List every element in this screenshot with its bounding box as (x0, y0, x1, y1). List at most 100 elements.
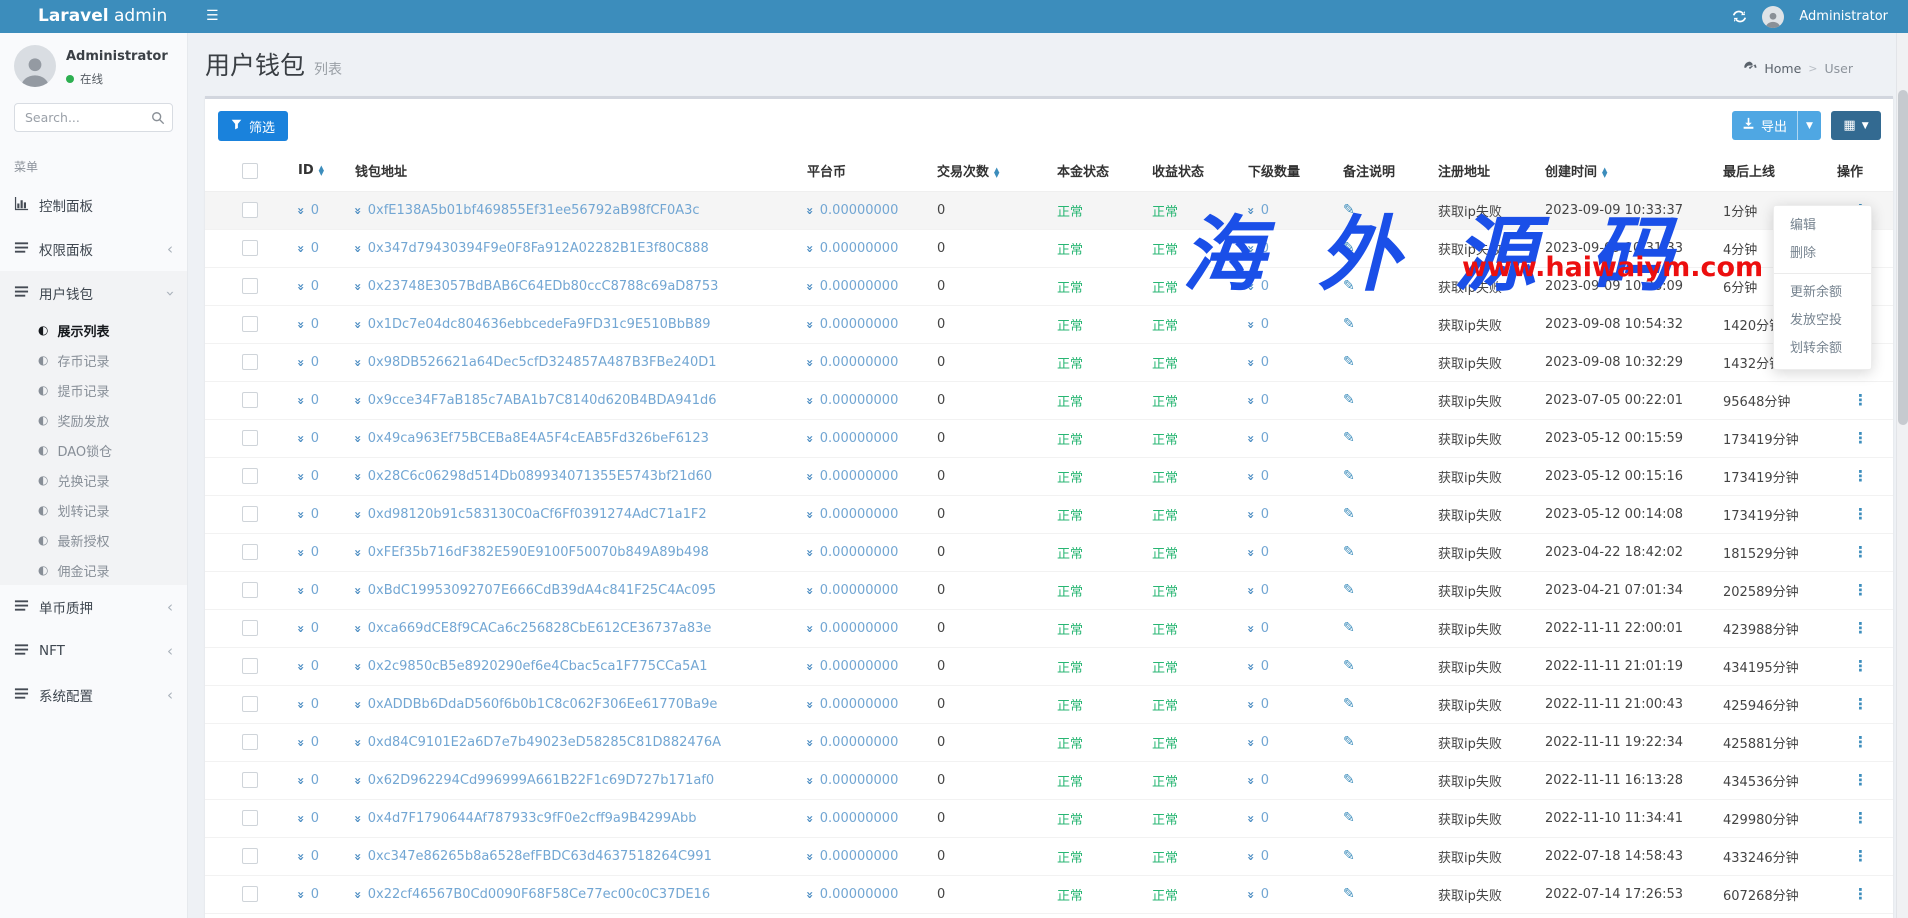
row-checkbox[interactable] (242, 886, 258, 902)
context-menu-item-编辑[interactable]: 编辑 (1774, 212, 1871, 240)
export-caret-button[interactable]: ▼ (1797, 111, 1821, 140)
platform-coin-value[interactable]: 0.00000000 (820, 317, 899, 332)
expand-chevrons-icon[interactable]: » (294, 511, 308, 517)
row-checkbox[interactable] (242, 202, 258, 218)
expand-chevrons-icon[interactable]: » (294, 587, 308, 593)
sidebar-subitem-提币记录[interactable]: ◐提币记录 (0, 375, 187, 405)
sidebar-item-系统配置[interactable]: 系统配置‹ (0, 673, 187, 717)
expand-chevrons-icon[interactable]: » (294, 549, 308, 555)
expand-chevrons-icon[interactable]: » (1244, 397, 1258, 403)
expand-chevrons-icon[interactable]: » (294, 283, 308, 289)
user-avatar[interactable] (1762, 6, 1784, 28)
platform-coin-value[interactable]: 0.00000000 (820, 887, 899, 902)
platform-coin-value[interactable]: 0.00000000 (820, 735, 899, 750)
expand-chevrons-icon[interactable]: » (351, 321, 365, 327)
row-actions-icon[interactable]: ⋮ (1853, 657, 1869, 675)
expand-chevrons-icon[interactable]: » (803, 397, 817, 403)
row-checkbox[interactable] (242, 658, 258, 674)
expand-chevrons-icon[interactable]: » (803, 625, 817, 631)
platform-coin-value[interactable]: 0.00000000 (820, 697, 899, 712)
context-menu-item-发放空投[interactable]: 发放空投 (1774, 307, 1871, 335)
expand-chevrons-icon[interactable]: » (1244, 815, 1258, 821)
row-id[interactable]: 0 (311, 279, 319, 294)
expand-chevrons-icon[interactable]: » (1244, 283, 1258, 289)
edit-remark-icon[interactable]: ✎ (1343, 430, 1355, 446)
expand-chevrons-icon[interactable]: » (803, 473, 817, 479)
row-checkbox[interactable] (242, 392, 258, 408)
wallet-address-link[interactable]: 0xd98120b91c583130C0aCf6Ff0391274AdC71a1… (368, 507, 707, 522)
sidebar-subitem-佣金记录[interactable]: ◐佣金记录 (0, 555, 187, 585)
expand-chevrons-icon[interactable]: » (803, 777, 817, 783)
expand-chevrons-icon[interactable]: » (1244, 853, 1258, 859)
row-id[interactable]: 0 (311, 469, 319, 484)
subordinate-count[interactable]: 0 (1261, 811, 1269, 826)
wallet-address-link[interactable]: 0xd84C9101E2a6D7e7b49023eD58285C81D88247… (368, 735, 721, 750)
row-checkbox[interactable] (242, 810, 258, 826)
platform-coin-value[interactable]: 0.00000000 (820, 659, 899, 674)
expand-chevrons-icon[interactable]: » (294, 891, 308, 897)
wallet-address-link[interactable]: 0xADDBb6DdaD560f6b0b1C8c062F306Ee61770Ba… (368, 697, 718, 712)
expand-chevrons-icon[interactable]: » (351, 777, 365, 783)
wallet-address-link[interactable]: 0x28C6c06298d514Db089934071355E5743bf21d… (368, 469, 712, 484)
row-checkbox[interactable] (242, 506, 258, 522)
expand-chevrons-icon[interactable]: » (294, 701, 308, 707)
wallet-address-link[interactable]: 0x4d7F1790644Af787933c9fF0e2cff9a9B4299A… (368, 811, 697, 826)
row-actions-icon[interactable]: ⋮ (1853, 771, 1869, 789)
wallet-address-link[interactable]: 0x9cce34F7aB185c7ABA1b7C8140d620B4BDA941… (368, 393, 717, 408)
row-id[interactable]: 0 (311, 203, 319, 218)
row-checkbox[interactable] (242, 734, 258, 750)
sidebar-subitem-兑换记录[interactable]: ◐兑换记录 (0, 465, 187, 495)
expand-chevrons-icon[interactable]: » (351, 815, 365, 821)
expand-chevrons-icon[interactable]: » (1244, 435, 1258, 441)
expand-chevrons-icon[interactable]: » (351, 891, 365, 897)
edit-remark-icon[interactable]: ✎ (1343, 620, 1355, 636)
wallet-address-link[interactable]: 0x22cf46567B0Cd0090F68F58Ce77ec00c0C37DE… (368, 887, 710, 902)
sort-icon[interactable]: ▲▼ (1602, 168, 1607, 178)
edit-remark-icon[interactable]: ✎ (1343, 468, 1355, 484)
sidebar-subitem-展示列表[interactable]: ◐展示列表 (0, 315, 187, 345)
subordinate-count[interactable]: 0 (1261, 583, 1269, 598)
subordinate-count[interactable]: 0 (1261, 203, 1269, 218)
row-checkbox[interactable] (242, 278, 258, 294)
page-scrollbar[interactable] (1896, 33, 1908, 918)
row-id[interactable]: 0 (311, 355, 319, 370)
row-actions-icon[interactable]: ⋮ (1853, 809, 1869, 827)
context-menu-item-删除[interactable]: 删除 (1774, 240, 1871, 268)
expand-chevrons-icon[interactable]: » (1244, 359, 1258, 365)
wallet-address-link[interactable]: 0xBdC19953092707E666CdB39dA4c841F25C4Ac0… (368, 583, 716, 598)
wallet-address-link[interactable]: 0xca669dCE8f9CACa6c256828CbE612CE36737a8… (368, 621, 712, 636)
row-actions-icon[interactable]: ⋮ (1853, 467, 1869, 485)
expand-chevrons-icon[interactable]: » (351, 511, 365, 517)
platform-coin-value[interactable]: 0.00000000 (820, 507, 899, 522)
row-id[interactable]: 0 (311, 431, 319, 446)
row-actions-icon[interactable]: ⋮ (1853, 695, 1869, 713)
subordinate-count[interactable]: 0 (1261, 621, 1269, 636)
expand-chevrons-icon[interactable]: » (803, 321, 817, 327)
expand-chevrons-icon[interactable]: » (294, 625, 308, 631)
row-checkbox[interactable] (242, 430, 258, 446)
row-id[interactable]: 0 (311, 393, 319, 408)
platform-coin-value[interactable]: 0.00000000 (820, 849, 899, 864)
row-id[interactable]: 0 (311, 621, 319, 636)
row-actions-icon[interactable]: ⋮ (1853, 619, 1869, 637)
scrollbar-thumb[interactable] (1898, 90, 1908, 425)
edit-remark-icon[interactable]: ✎ (1343, 696, 1355, 712)
edit-remark-icon[interactable]: ✎ (1343, 544, 1355, 560)
subordinate-count[interactable]: 0 (1261, 279, 1269, 294)
row-checkbox[interactable] (242, 772, 258, 788)
expand-chevrons-icon[interactable]: » (351, 435, 365, 441)
expand-chevrons-icon[interactable]: » (803, 207, 817, 213)
row-id[interactable]: 0 (311, 659, 319, 674)
expand-chevrons-icon[interactable]: » (1244, 701, 1258, 707)
subordinate-count[interactable]: 0 (1261, 241, 1269, 256)
row-id[interactable]: 0 (311, 811, 319, 826)
sidebar-item-单币质押[interactable]: 单币质押‹ (0, 585, 187, 629)
platform-coin-value[interactable]: 0.00000000 (820, 773, 899, 788)
expand-chevrons-icon[interactable]: » (803, 891, 817, 897)
platform-coin-value[interactable]: 0.00000000 (820, 431, 899, 446)
row-id[interactable]: 0 (311, 583, 319, 598)
search-icon[interactable] (151, 110, 165, 129)
platform-coin-value[interactable]: 0.00000000 (820, 583, 899, 598)
subordinate-count[interactable]: 0 (1261, 773, 1269, 788)
expand-chevrons-icon[interactable]: » (803, 815, 817, 821)
